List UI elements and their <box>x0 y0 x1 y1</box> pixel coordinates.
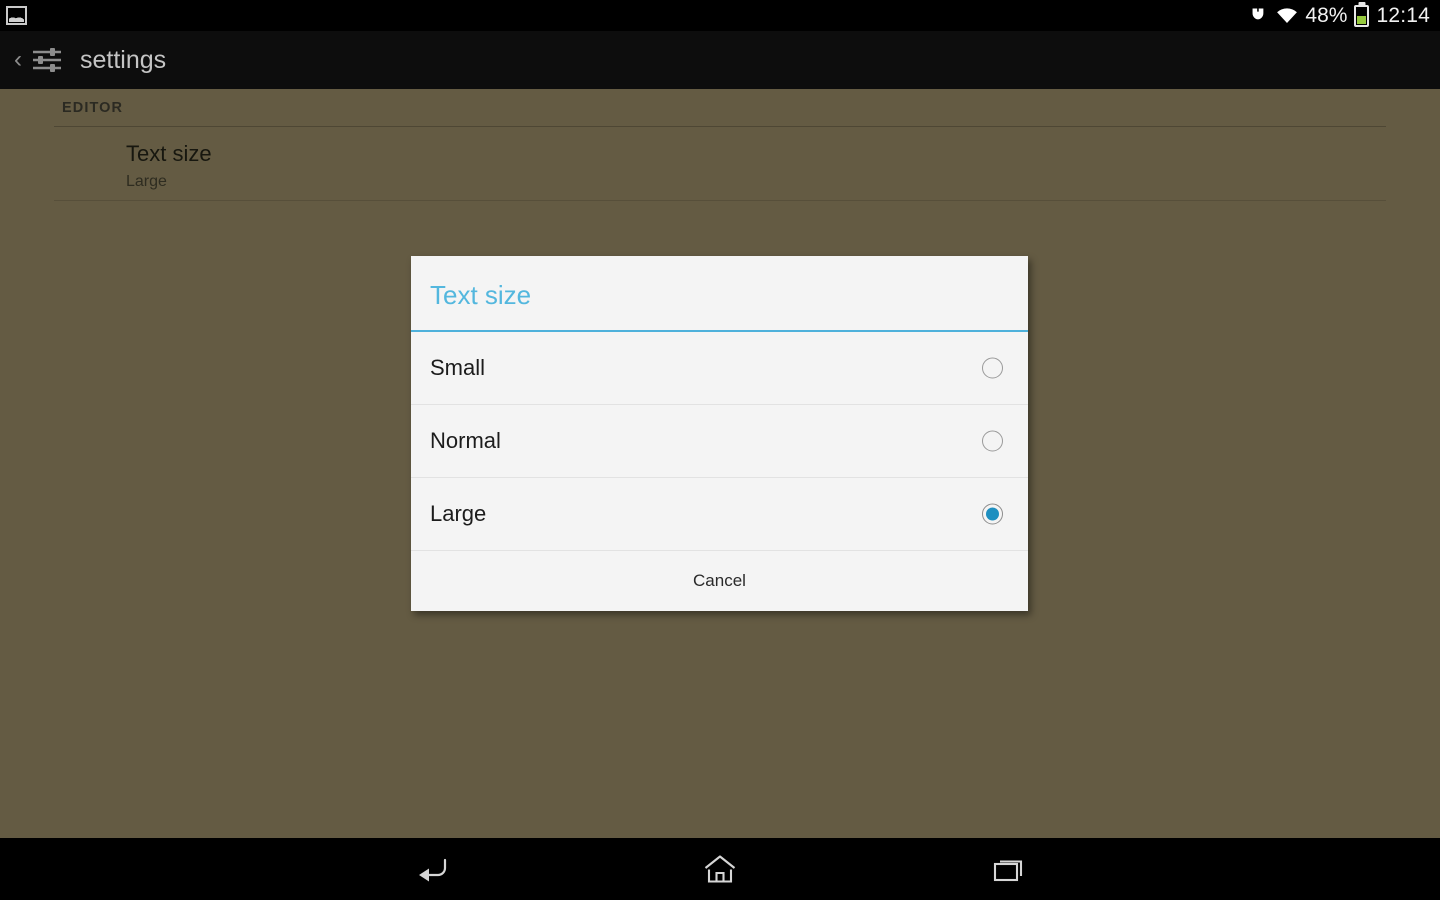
dialog-option-small[interactable]: Small <box>411 332 1028 405</box>
cancel-button[interactable]: Cancel <box>693 571 746 591</box>
dialog-option-label: Small <box>430 355 486 380</box>
dialog-footer: Cancel <box>411 551 1028 611</box>
nav-home-icon <box>704 855 736 883</box>
navigation-bar <box>0 838 1440 900</box>
text-size-dialog: Text size Small Normal Large Cancel <box>411 256 1028 611</box>
nav-recents-button[interactable] <box>936 838 1080 900</box>
android-screen: 48% 12:14 ‹ settings EDITOR Text size La… <box>0 0 1440 900</box>
nav-back-icon <box>419 858 447 882</box>
radio-button-small[interactable] <box>982 357 1003 379</box>
dialog-title-bar: Text size <box>411 256 1028 330</box>
dialog-option-label: Normal <box>430 428 501 453</box>
nav-recents-icon <box>993 860 1023 882</box>
dialog-title: Text size <box>430 280 532 310</box>
radio-button-normal[interactable] <box>982 430 1003 452</box>
nav-back-button[interactable] <box>360 838 504 900</box>
dialog-option-large[interactable]: Large <box>411 478 1028 551</box>
dialog-option-label: Large <box>430 501 487 526</box>
radio-button-large[interactable] <box>982 503 1003 525</box>
dialog-option-normal[interactable]: Normal <box>411 405 1028 478</box>
nav-home-button[interactable] <box>648 838 792 900</box>
dialog-option-list: Small Normal Large <box>411 332 1028 551</box>
